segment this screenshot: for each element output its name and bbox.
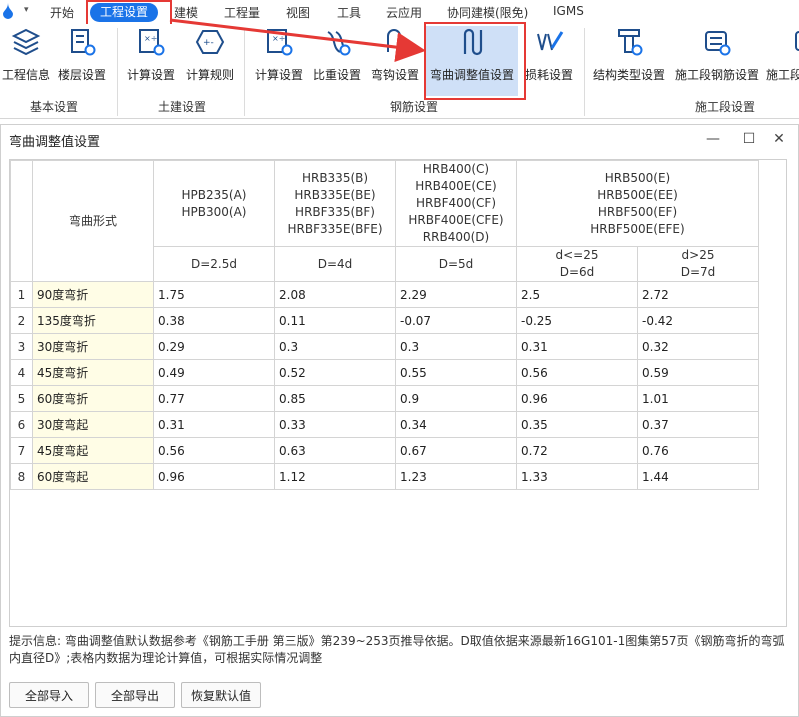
- adjust-value-cell[interactable]: 0.56: [516, 359, 638, 386]
- adjust-value-cell[interactable]: 1.44: [637, 463, 759, 490]
- adjust-value-cell[interactable]: 0.59: [637, 359, 759, 386]
- d-value-header: D=2.5d: [153, 246, 275, 282]
- adjust-value-cell[interactable]: -0.25: [516, 307, 638, 334]
- adjust-value-cell[interactable]: 0.49: [153, 359, 275, 386]
- bend-adjust-table: 弯曲形式 HPB235(A) HPB300(A) HRB335(B) HRB33…: [10, 160, 759, 490]
- close-icon[interactable]: ✕: [767, 127, 791, 151]
- adjust-value-cell[interactable]: 0.9: [395, 385, 517, 412]
- adjust-value-cell[interactable]: 0.34: [395, 411, 517, 438]
- adjust-value-cell[interactable]: 0.56: [153, 437, 275, 464]
- annotation-arrow-icon: [169, 18, 426, 63]
- row-number: 1: [10, 281, 33, 308]
- adjust-value-cell[interactable]: 0.38: [153, 307, 275, 334]
- row-number-header: [10, 160, 33, 282]
- d-value-header: D=5d: [395, 246, 517, 282]
- adjust-value-cell[interactable]: 0.3: [395, 333, 517, 360]
- d-value-header: d>25 D=7d: [637, 246, 759, 282]
- table-row: 8 60度弯起 0.96 1.12 1.23 1.33 1.44: [10, 463, 759, 490]
- diameter-condition: d<=25: [555, 248, 599, 262]
- adjust-value-cell[interactable]: 0.96: [153, 463, 275, 490]
- bend-shape-cell: 45度弯起: [32, 437, 154, 464]
- adjust-value-cell[interactable]: 2.29: [395, 281, 517, 308]
- grade-header: HPB235(A) HPB300(A): [153, 160, 275, 247]
- export-all-button[interactable]: 全部导出: [95, 682, 175, 708]
- adjust-value-cell[interactable]: 2.5: [516, 281, 638, 308]
- row-number: 5: [10, 385, 33, 412]
- grade-header: HRB400(C) HRB400E(CE) HRBF400(CF) HRBF40…: [395, 160, 517, 247]
- adjust-value-cell[interactable]: 0.85: [274, 385, 396, 412]
- adjust-value-cell[interactable]: 0.76: [637, 437, 759, 464]
- bend-shape-cell: 45度弯折: [32, 359, 154, 386]
- row-number: 7: [10, 437, 33, 464]
- row-number: 6: [10, 411, 33, 438]
- diameter-condition: d>25: [681, 248, 715, 262]
- d-value-header: D=4d: [274, 246, 396, 282]
- adjust-value-cell[interactable]: 0.52: [274, 359, 396, 386]
- adjust-value-cell[interactable]: 1.75: [153, 281, 275, 308]
- adjust-value-cell[interactable]: 1.12: [274, 463, 396, 490]
- bend-shape-cell: 60度弯起: [32, 463, 154, 490]
- row-number: 3: [10, 333, 33, 360]
- adjust-value-cell[interactable]: 0.11: [274, 307, 396, 334]
- bend-shape-cell: 90度弯折: [32, 281, 154, 308]
- bend-shape-cell: 30度弯折: [32, 333, 154, 360]
- bend-adjust-dialog: 弯曲调整值设置 — ☐ ✕ 弯曲形式 HPB235(A) HPB300(A) H…: [0, 124, 799, 717]
- table-row: 6 30度弯起 0.31 0.33 0.34 0.35 0.37: [10, 411, 759, 438]
- table-row: 5 60度弯折 0.77 0.85 0.9 0.96 1.01: [10, 385, 759, 412]
- adjust-value-cell[interactable]: 0.37: [637, 411, 759, 438]
- adjust-value-cell[interactable]: 0.96: [516, 385, 638, 412]
- import-all-button[interactable]: 全部导入: [9, 682, 89, 708]
- row-number: 4: [10, 359, 33, 386]
- dialog-title: 弯曲调整值设置: [9, 135, 101, 150]
- adjust-value-cell[interactable]: -0.42: [637, 307, 759, 334]
- bend-shape-cell: 60度弯折: [32, 385, 154, 412]
- hint-text: 提示信息: 弯曲调整值默认数据参考《钢筋工手册 第三版》第239~253页推导依…: [9, 634, 785, 665]
- adjust-value-cell[interactable]: 0.72: [516, 437, 638, 464]
- adjust-value-cell[interactable]: 0.67: [395, 437, 517, 464]
- grade-header: HRB500(E) HRB500E(EE) HRBF500(EF) HRBF50…: [516, 160, 759, 247]
- d-value: D=7d: [680, 265, 716, 279]
- adjust-value-cell[interactable]: 0.3: [274, 333, 396, 360]
- minimize-icon[interactable]: —: [701, 127, 725, 151]
- d-value-header: d<=25 D=6d: [516, 246, 638, 282]
- d-value: D=6d: [559, 265, 595, 279]
- adjust-value-cell[interactable]: 0.55: [395, 359, 517, 386]
- adjust-value-cell[interactable]: 1.33: [516, 463, 638, 490]
- table-row: 3 30度弯折 0.29 0.3 0.3 0.31 0.32: [10, 333, 759, 360]
- table-row: 4 45度弯折 0.49 0.52 0.55 0.56 0.59: [10, 359, 759, 386]
- row-number: 8: [10, 463, 33, 490]
- adjust-value-cell[interactable]: 0.77: [153, 385, 275, 412]
- adjust-value-cell[interactable]: 0.29: [153, 333, 275, 360]
- adjust-value-cell[interactable]: 0.32: [637, 333, 759, 360]
- bend-shape-cell: 135度弯折: [32, 307, 154, 334]
- bend-shape-header: 弯曲形式: [32, 160, 154, 282]
- bend-shape-cell: 30度弯起: [32, 411, 154, 438]
- row-number: 2: [10, 307, 33, 334]
- restore-default-button[interactable]: 恢复默认值: [181, 682, 261, 708]
- table-row: 2 135度弯折 0.38 0.11 -0.07 -0.25 -0.42: [10, 307, 759, 334]
- adjust-value-cell[interactable]: 0.31: [516, 333, 638, 360]
- adjust-value-cell[interactable]: 0.31: [153, 411, 275, 438]
- adjust-value-cell[interactable]: 0.33: [274, 411, 396, 438]
- adjust-value-cell[interactable]: 1.23: [395, 463, 517, 490]
- table-row: 1 90度弯折 1.75 2.08 2.29 2.5 2.72: [10, 281, 759, 308]
- adjust-value-cell[interactable]: 1.01: [637, 385, 759, 412]
- table-row: 7 45度弯起 0.56 0.63 0.67 0.72 0.76: [10, 437, 759, 464]
- adjust-value-cell[interactable]: -0.07: [395, 307, 517, 334]
- adjust-value-cell[interactable]: 2.08: [274, 281, 396, 308]
- adjust-value-cell[interactable]: 2.72: [637, 281, 759, 308]
- maximize-icon[interactable]: ☐: [737, 127, 761, 151]
- adjust-value-cell[interactable]: 0.35: [516, 411, 638, 438]
- grade-header: HRB335(B) HRB335E(BE) HRBF335(BF) HRBF33…: [274, 160, 396, 247]
- bend-adjust-table-area: 弯曲形式 HPB235(A) HPB300(A) HRB335(B) HRB33…: [9, 159, 787, 627]
- adjust-value-cell[interactable]: 0.63: [274, 437, 396, 464]
